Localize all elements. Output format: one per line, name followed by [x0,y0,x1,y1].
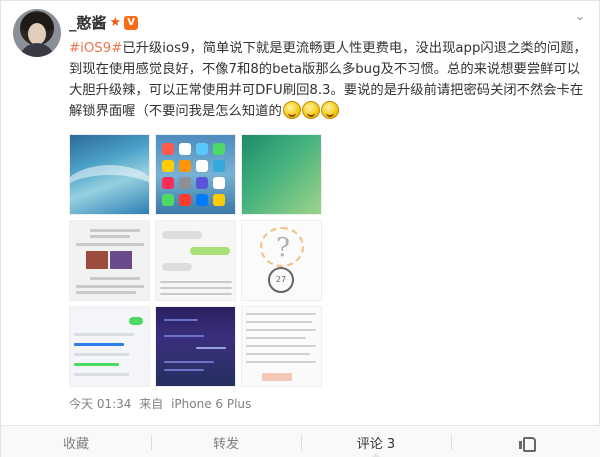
post-time[interactable]: 今天 01:34 [69,397,131,411]
repost-button[interactable]: 转发 [151,426,301,457]
image-thumbnail[interactable] [69,306,150,387]
image-thumbnail[interactable]: ? 27 [241,220,322,301]
source-prefix: 来自 [139,397,164,411]
smile-emoji-icon [301,101,320,119]
favorite-button[interactable]: 收藏 [1,426,151,457]
like-button[interactable] [451,426,600,457]
favorite-label: 收藏 [62,436,89,452]
star-icon: ★ [109,15,122,30]
image-thumbnail[interactable] [155,306,236,387]
action-bar: 收藏 转发 评论 3 [1,425,600,457]
repost-label: 转发 [212,436,239,452]
image-thumbnail[interactable] [69,134,150,215]
image-thumbnail[interactable] [155,134,236,215]
image-thumbnail[interactable] [69,220,150,301]
image-thumbnail[interactable] [241,134,322,215]
post-text: #iOS9#已升级ios9，简单说下就是更流畅更人性更费电，没出现app闪退之类… [69,38,589,122]
comment-button[interactable]: 评论 3 [301,426,451,457]
smile-emoji-icon [282,101,301,119]
smile-emoji-icon [320,101,339,119]
thumbs-up-icon [519,436,536,452]
post-author[interactable]: _憨酱 ★ V [69,12,139,33]
avatar[interactable] [13,9,61,57]
comment-label: 评论 3 [356,436,396,452]
author-name[interactable]: _憨酱 [69,12,107,33]
chevron-down-icon[interactable]: ⌄ [575,9,585,23]
weibo-post-card: _憨酱 ★ V ⌄ #iOS9#已升级ios9，简单说下就是更流畅更人性更费电，… [0,0,600,457]
image-thumbnail[interactable] [241,306,322,387]
member-badge-icon[interactable]: V [124,15,139,30]
post-meta: 今天 01:34 来自 iPhone 6 Plus [69,395,255,412]
thumbnail-clock-label: 27 [268,267,294,293]
image-thumbnail[interactable] [155,220,236,301]
post-source[interactable]: iPhone 6 Plus [171,397,251,411]
topic-link[interactable]: #iOS9# [69,41,122,56]
